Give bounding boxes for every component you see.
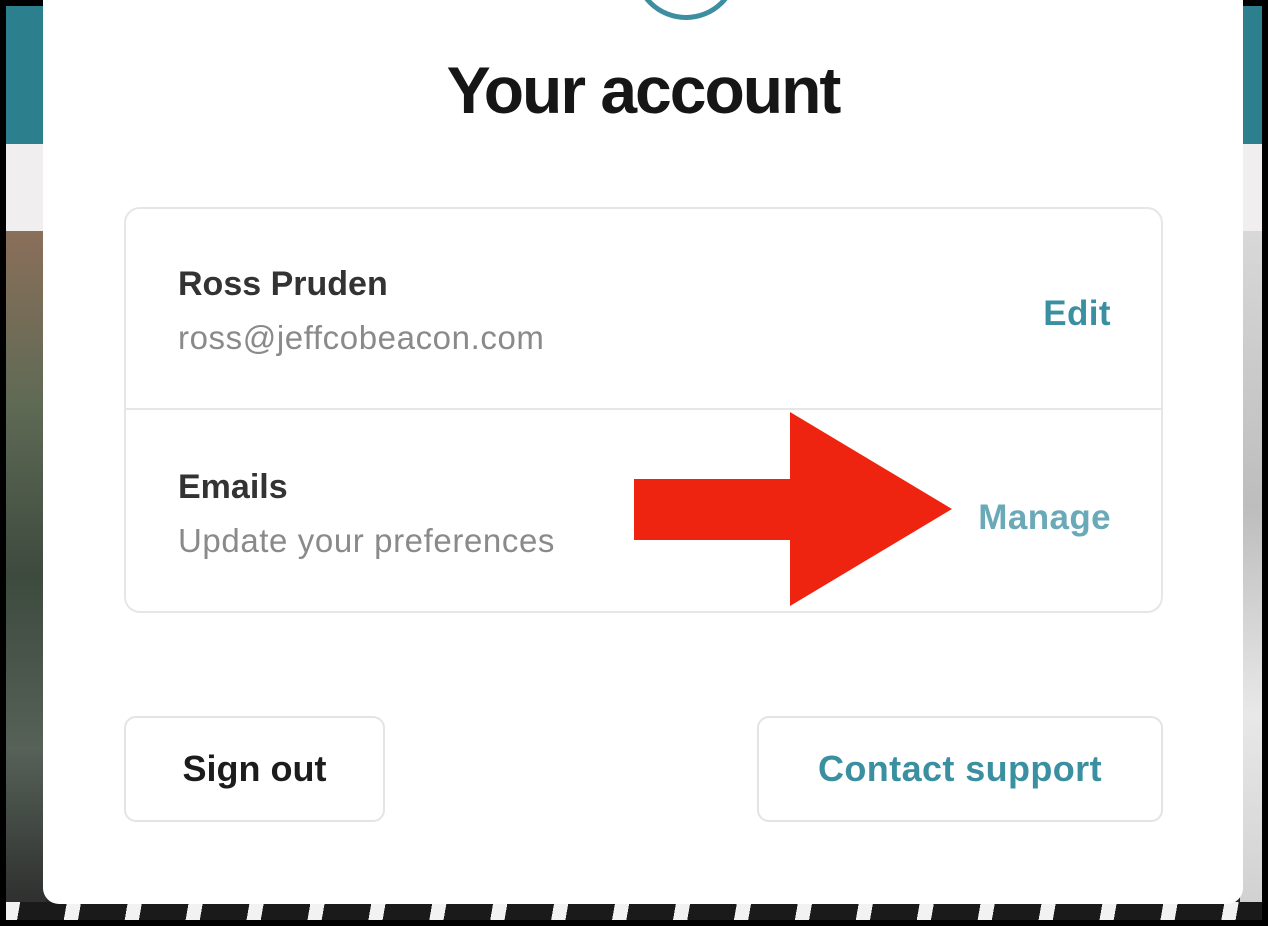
modal-title: Your account xyxy=(446,53,842,127)
profile-email: ross@jeffcobeacon.com xyxy=(178,319,545,356)
backdrop-image-bottom xyxy=(6,902,1262,920)
emails-subtitle: Update your preferences xyxy=(178,522,556,559)
profile-name: Ross Pruden xyxy=(178,265,388,303)
edit-profile-link[interactable]: Edit xyxy=(1043,294,1111,334)
sign-out-button[interactable]: Sign out xyxy=(124,716,385,822)
screen: Your account Ross Pruden ross@jeffcobeac… xyxy=(0,0,1268,926)
backdrop-image-right xyxy=(1240,231,1262,920)
manage-emails-link[interactable]: Manage xyxy=(978,498,1111,538)
backdrop-image-left xyxy=(6,231,46,920)
emails-title: Emails xyxy=(178,468,288,506)
red-arrow-annotation-icon xyxy=(634,412,952,606)
contact-support-button[interactable]: Contact support xyxy=(757,716,1163,822)
profile-row: Ross Pruden ross@jeffcobeacon.com Edit xyxy=(126,209,1161,410)
logo-icon xyxy=(633,0,739,20)
